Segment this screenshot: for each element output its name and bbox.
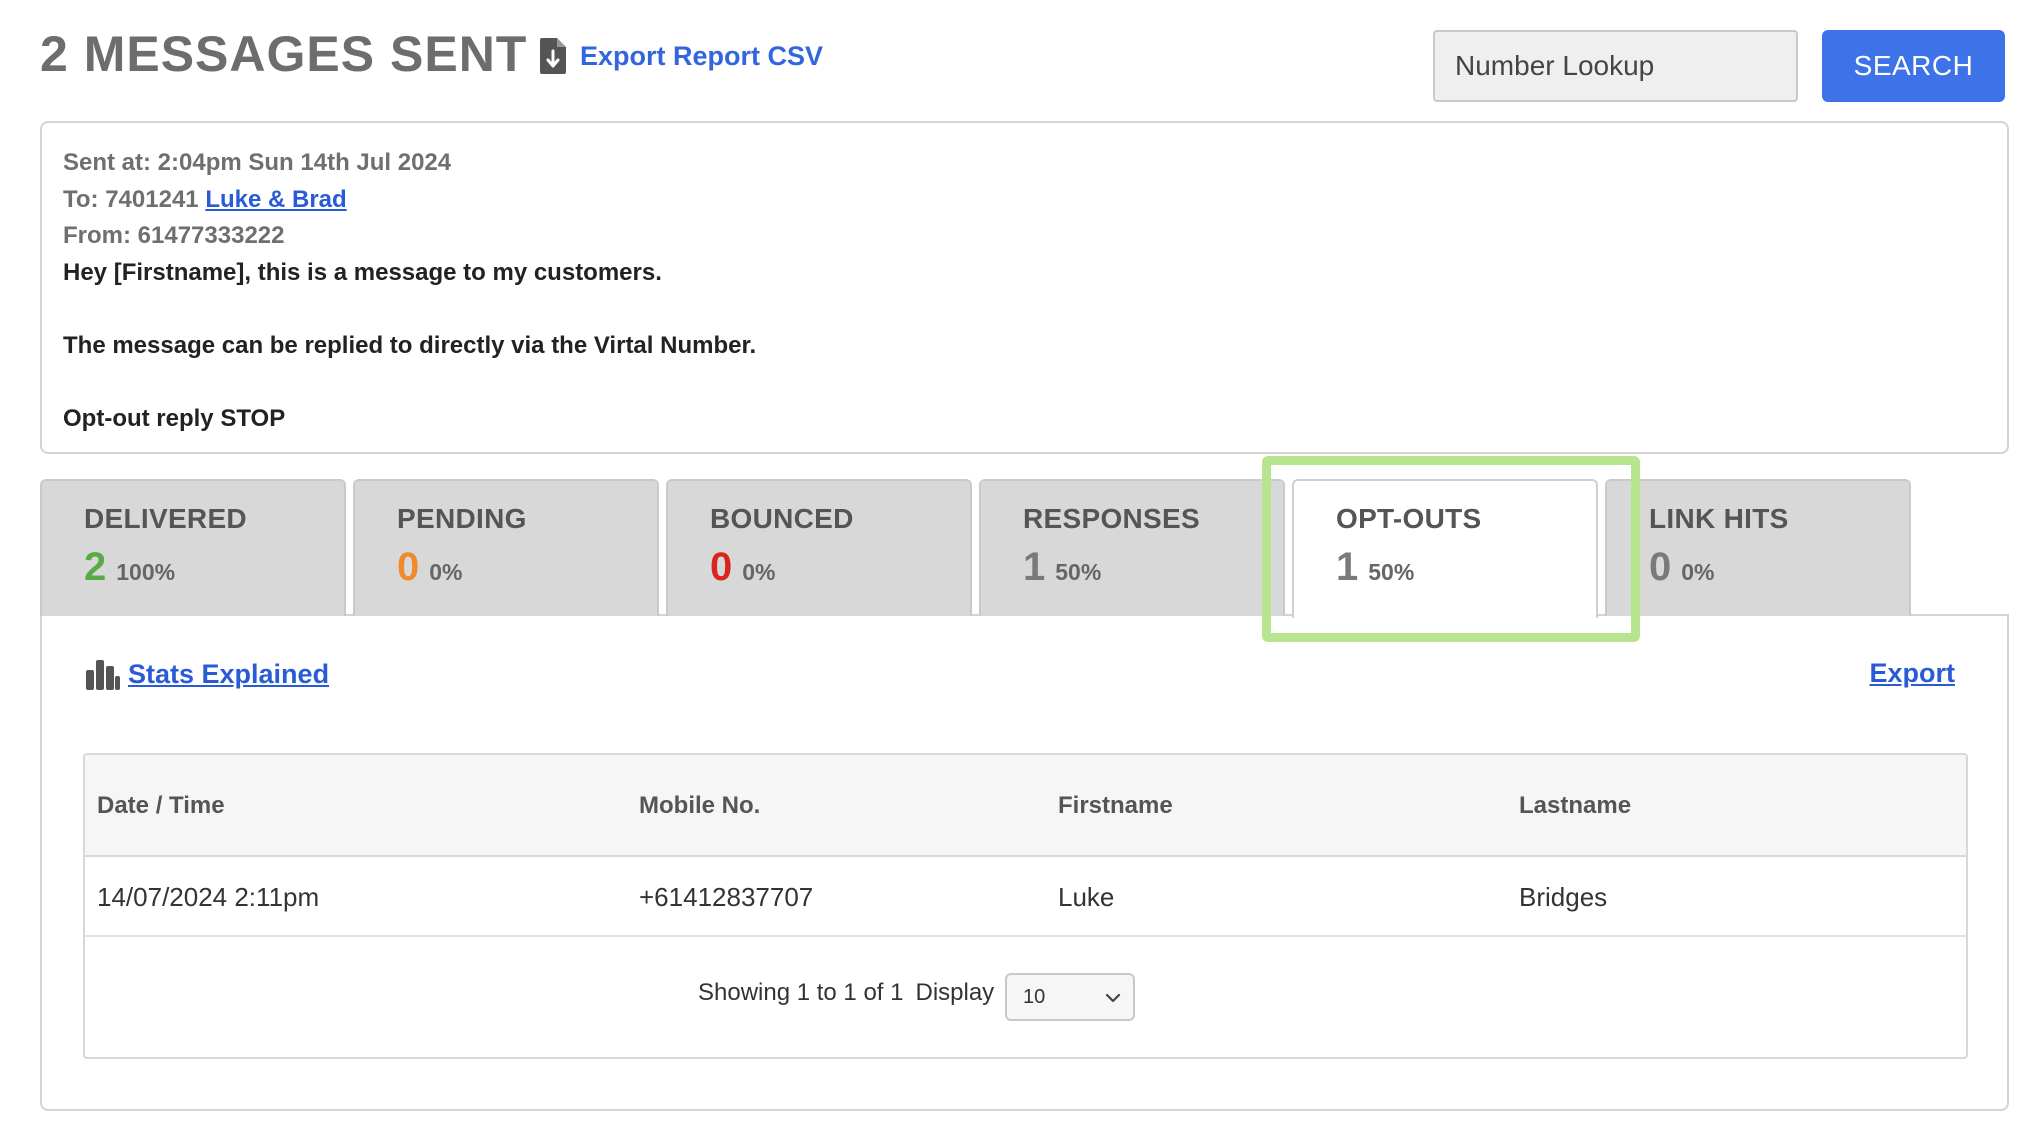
tab-percent: 0% bbox=[742, 559, 776, 585]
tab-stats: 2 100% bbox=[84, 545, 344, 598]
column-header-date-time[interactable]: Date / Time bbox=[97, 755, 225, 857]
column-header-mobile[interactable]: Mobile No. bbox=[639, 755, 760, 857]
table-header: Date / Time Mobile No. Firstname Lastnam… bbox=[85, 755, 1966, 857]
tab-percent: 0% bbox=[1681, 559, 1715, 585]
message-body-line bbox=[63, 291, 1986, 328]
cell-date-time: 14/07/2024 2:11pm bbox=[97, 882, 320, 912]
tab-count: 0 bbox=[1649, 545, 1672, 589]
export-report-csv-link[interactable]: Export Report CSV bbox=[540, 38, 823, 74]
table-row: 14/07/2024 2:11pm +61412837707 Luke Brid… bbox=[85, 857, 1966, 937]
recipient-group-link[interactable]: Luke & Brad bbox=[205, 186, 346, 213]
tab-content-panel: Stats Explained Export Date / Time Mobil… bbox=[40, 614, 2009, 1111]
number-lookup-input[interactable] bbox=[1433, 30, 1798, 102]
tab-percent: 0% bbox=[429, 559, 463, 585]
tab-percent: 50% bbox=[1368, 559, 1415, 585]
tab-stats: 0 0% bbox=[1649, 545, 1909, 598]
pagination-info: Showing 1 to 1 of 1 Display bbox=[698, 975, 994, 1011]
tab-opt-outs[interactable]: OPT-OUTS 1 50% bbox=[1292, 479, 1598, 618]
page-header: 2 MESSAGES SENT Export Report CSV SEARCH bbox=[40, 24, 2005, 106]
showing-count: Showing 1 to 1 of 1 bbox=[698, 979, 904, 1006]
tab-label: LINK HITS bbox=[1649, 503, 1789, 534]
tab-label: BOUNCED bbox=[710, 503, 854, 534]
recipient-number: To: 7401241 bbox=[63, 185, 206, 213]
cell-mobile: +61412837707 bbox=[639, 882, 814, 912]
page-size-value: 10 bbox=[1023, 985, 1046, 1008]
tab-percent: 100% bbox=[116, 559, 176, 585]
cell-firstname: Luke bbox=[1058, 882, 1115, 912]
tab-count: 1 bbox=[1023, 545, 1046, 589]
tab-label: PENDING bbox=[397, 503, 527, 534]
tab-stats: 0 0% bbox=[710, 545, 970, 598]
pagination: Showing 1 to 1 of 1 Display 10 bbox=[85, 937, 1966, 1057]
stats-explained-label: Stats Explained bbox=[128, 658, 330, 689]
tab-link-hits[interactable]: LINK HITS 0 0% bbox=[1605, 479, 1911, 616]
page-size-select[interactable]: 10 bbox=[1005, 973, 1135, 1021]
tab-percent: 50% bbox=[1055, 559, 1102, 585]
cell-lastname: Bridges bbox=[1519, 882, 1608, 912]
tab-stats: 1 50% bbox=[1336, 545, 1596, 598]
message-body-line bbox=[63, 364, 1986, 401]
message-details: Sent at: 2:04pm Sun 14th Jul 2024 To: 74… bbox=[40, 121, 2009, 454]
message-body-line: Opt-out reply STOP bbox=[63, 404, 286, 432]
recipient-line: To: 7401241 Luke & Brad bbox=[63, 182, 1986, 219]
tab-count: 2 bbox=[84, 545, 107, 589]
tab-label: OPT-OUTS bbox=[1336, 503, 1482, 534]
export-report-csv-label: Export Report CSV bbox=[580, 41, 824, 71]
tab-label: RESPONSES bbox=[1023, 503, 1200, 534]
opt-outs-table: Date / Time Mobile No. Firstname Lastnam… bbox=[83, 753, 1968, 1059]
search-button[interactable]: SEARCH bbox=[1822, 30, 2005, 102]
display-label: Display bbox=[915, 979, 995, 1006]
tab-count: 0 bbox=[397, 545, 420, 589]
tab-stats: 1 50% bbox=[1023, 545, 1283, 598]
export-link[interactable]: Export bbox=[1869, 658, 1955, 689]
tab-stats: 0 0% bbox=[397, 545, 657, 598]
column-header-lastname[interactable]: Lastname bbox=[1519, 755, 1631, 857]
tab-count: 1 bbox=[1336, 545, 1359, 589]
tab-pending[interactable]: PENDING 0 0% bbox=[353, 479, 659, 616]
page-title: 2 MESSAGES SENT bbox=[40, 26, 528, 82]
bar-chart-icon bbox=[86, 660, 120, 690]
message-body-line: The message can be replied to directly v… bbox=[63, 331, 757, 359]
tab-delivered[interactable]: DELIVERED 2 100% bbox=[40, 479, 346, 616]
sender-line: From: 61477333222 bbox=[63, 222, 285, 249]
tab-responses[interactable]: RESPONSES 1 50% bbox=[979, 479, 1285, 616]
stats-explained-link[interactable]: Stats Explained bbox=[86, 658, 329, 690]
column-header-firstname[interactable]: Firstname bbox=[1058, 755, 1173, 857]
message-body-line: Hey [Firstname], this is a message to my… bbox=[63, 258, 662, 286]
tab-count: 0 bbox=[710, 545, 733, 589]
tab-bounced[interactable]: BOUNCED 0 0% bbox=[666, 479, 972, 616]
stats-tabs: DELIVERED 2 100% PENDING 0 0% BOUNCED 0 0% … bbox=[40, 479, 1970, 618]
sent-at: Sent at: 2:04pm Sun 14th Jul 2024 bbox=[63, 149, 452, 176]
tab-label: DELIVERED bbox=[84, 503, 247, 534]
file-download-icon bbox=[540, 38, 566, 74]
chevron-down-icon bbox=[1105, 993, 1121, 1003]
